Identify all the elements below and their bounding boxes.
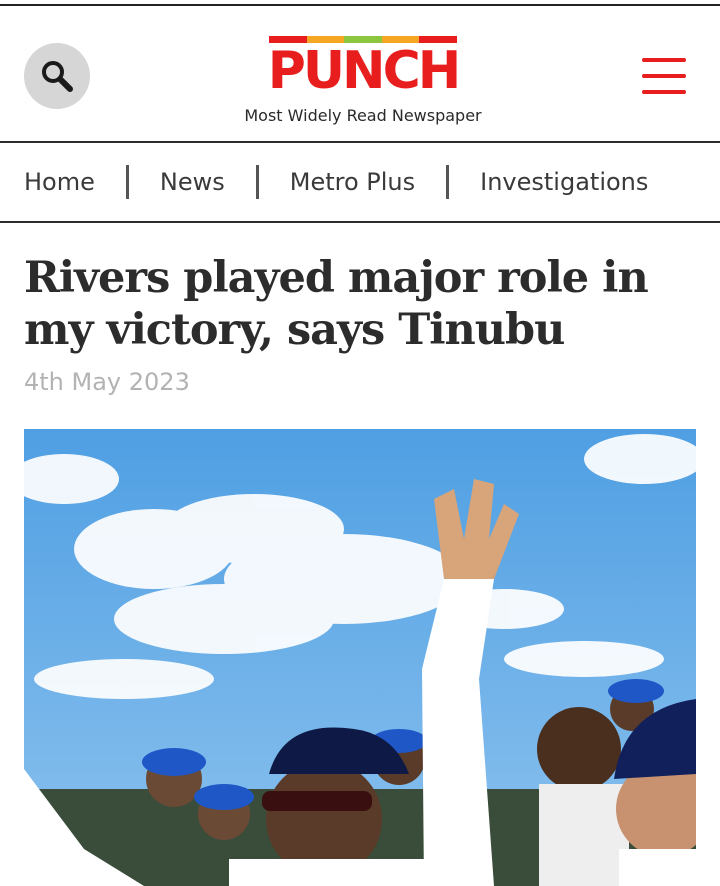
main-nav: Home News Metro Plus Investigations xyxy=(0,143,720,221)
nav-item-metro-plus[interactable]: Metro Plus xyxy=(290,168,415,196)
article-photo-illustration xyxy=(24,429,696,886)
nav-separator xyxy=(255,165,259,199)
nav-separator xyxy=(446,165,450,199)
search-button[interactable] xyxy=(24,43,90,109)
search-icon xyxy=(42,61,73,92)
nav-item-home[interactable]: Home xyxy=(24,168,95,196)
menu-button[interactable] xyxy=(642,58,688,96)
hamburger-menu-icon xyxy=(642,58,686,62)
site-header: PUNCH Most Widely Read Newspaper xyxy=(0,6,720,141)
logo-wordmark: PUNCH xyxy=(267,41,462,101)
site-logo[interactable]: PUNCH xyxy=(230,30,496,99)
site-tagline: Most Widely Read Newspaper xyxy=(244,106,482,125)
article-headline: Rivers played major role in my victory, … xyxy=(24,253,649,355)
hamburger-line xyxy=(642,74,686,78)
nav-item-news[interactable]: News xyxy=(160,168,225,196)
article-date: 4th May 2023 xyxy=(24,368,190,396)
hamburger-line xyxy=(642,90,686,94)
article-photo[interactable] xyxy=(24,429,696,886)
nav-divider xyxy=(0,221,720,223)
nav-item-investigations[interactable]: Investigations xyxy=(480,168,648,196)
nav-separator xyxy=(125,165,129,199)
